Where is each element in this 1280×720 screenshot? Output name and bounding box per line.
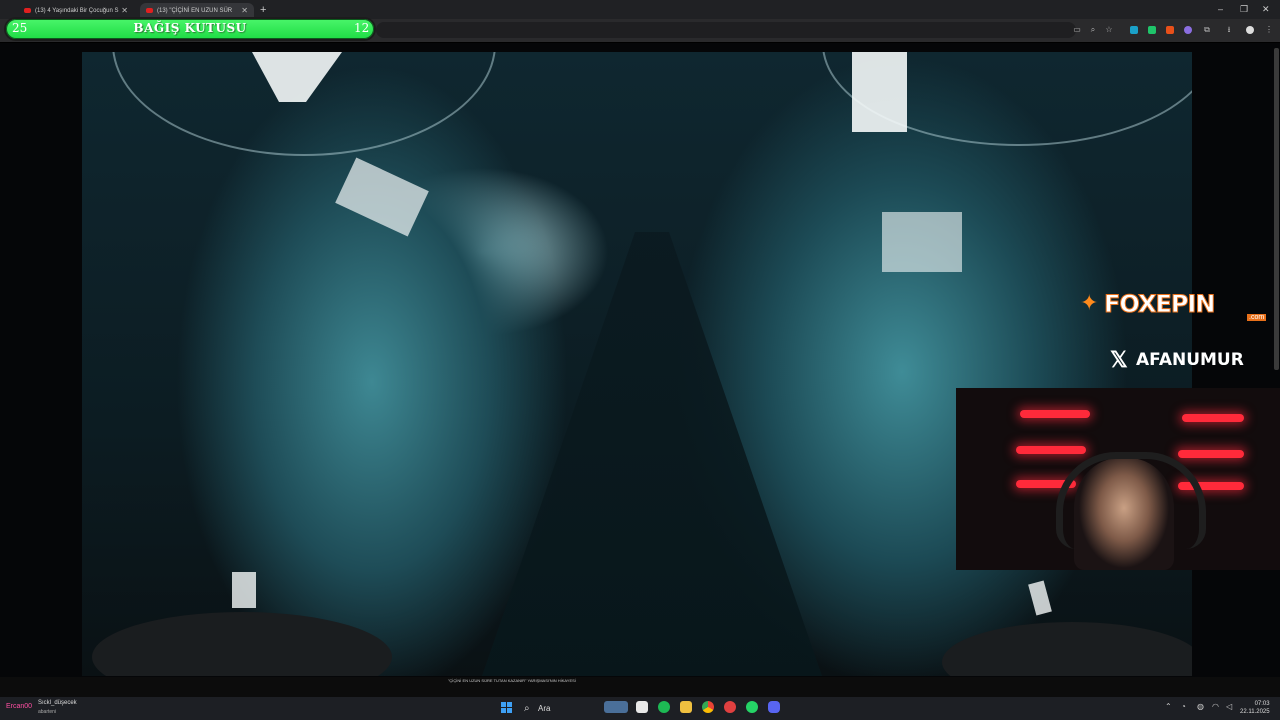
chat-username: Ercan00: [6, 703, 33, 710]
video-frame[interactable]: [82, 52, 1192, 676]
youtube-icon: [146, 8, 153, 13]
search-icon[interactable]: ⌕: [524, 703, 530, 714]
cast-icon[interactable]: ▭: [1073, 26, 1081, 34]
minimize-button[interactable]: –: [1218, 4, 1223, 14]
spotify-icon[interactable]: [658, 701, 670, 713]
tab-2[interactable]: (13) "ÇİÇİNİ EN UZUN SÜR ✕: [140, 3, 254, 18]
chrome-icon[interactable]: [702, 701, 714, 713]
task-view-icon[interactable]: [636, 701, 648, 713]
red-light: [1178, 450, 1244, 458]
restore-button[interactable]: ❐: [1240, 4, 1248, 15]
donation-title: BAĞIŞ KUTUSU: [133, 21, 247, 35]
donation-right-value: 12: [354, 21, 370, 35]
shadow: [482, 232, 822, 676]
address-bar[interactable]: [376, 22, 1076, 38]
light-glare: [882, 212, 962, 272]
bottle-base: [942, 622, 1192, 676]
tab-2-label: (13) "ÇİÇİNİ EN UZUN SÜR: [157, 7, 233, 14]
headset: [1056, 452, 1206, 549]
red-light: [1016, 446, 1086, 454]
widgets-icon[interactable]: [604, 701, 628, 713]
extension-icon[interactable]: [1184, 26, 1192, 34]
tab-1-label: (13) 4 Yaşındaki Bir Çocuğun S: [35, 7, 119, 14]
clock[interactable]: 07:03 22.11.2025: [1240, 700, 1270, 716]
extension-icon[interactable]: [1166, 26, 1174, 34]
clock-date: 22.11.2025: [1240, 709, 1270, 715]
close-window-button[interactable]: ✕: [1262, 4, 1270, 15]
mic-icon[interactable]: ◍: [1197, 702, 1204, 711]
app-icon[interactable]: [724, 701, 736, 713]
social-handle: AFANUMUR: [1136, 350, 1244, 370]
close-icon[interactable]: ✕: [241, 6, 248, 15]
avatar[interactable]: [1246, 26, 1254, 34]
taskbar-search[interactable]: Ara: [538, 704, 550, 713]
light-glare: [1028, 580, 1052, 616]
download-icon[interactable]: ⭳: [1225, 26, 1233, 34]
network-icon[interactable]: ◔: [1181, 702, 1186, 711]
x-logo-icon: 𝕏: [1110, 347, 1128, 372]
bookmark-star-icon[interactable]: ☆: [1105, 26, 1113, 34]
red-light: [1182, 414, 1244, 422]
zoom-icon[interactable]: ⌕: [1089, 26, 1097, 34]
close-icon[interactable]: ✕: [121, 6, 128, 15]
clock-time: 07:03: [1254, 701, 1270, 707]
bottle-base: [92, 612, 392, 676]
video-info-strip: [0, 677, 1280, 697]
menu-icon[interactable]: ⋮: [1265, 26, 1273, 34]
whatsapp-icon[interactable]: [746, 701, 758, 713]
light-glare: [852, 52, 907, 132]
sponsor-logo: FOXEPIN: [1103, 290, 1215, 319]
puzzle-icon[interactable]: ⧉: [1203, 26, 1211, 34]
extension-icon[interactable]: [1130, 26, 1138, 34]
donation-left-value: 25: [12, 21, 28, 35]
windows-start-icon[interactable]: [501, 702, 512, 713]
red-light: [1020, 410, 1090, 418]
new-tab-button[interactable]: +: [260, 4, 266, 16]
tab-1[interactable]: (13) 4 Yaşındaki Bir Çocuğun S ✕: [18, 3, 134, 18]
webcam-overlay: [956, 388, 1280, 570]
youtube-icon: [24, 8, 31, 13]
chat-message: Sıckl_düşecek: [38, 700, 77, 706]
light-glare: [335, 157, 429, 237]
extension-icon[interactable]: [1148, 26, 1156, 34]
chat-subtext: abarteni: [38, 709, 57, 715]
volume-icon[interactable]: ◁: [1226, 702, 1232, 711]
scrollbar[interactable]: [1274, 48, 1279, 370]
foxepin-logo-icon: ✦: [1080, 290, 1099, 315]
file-explorer-icon[interactable]: [680, 701, 692, 713]
sponsor-suffix: .com: [1247, 314, 1267, 321]
mini-video-title: "ÇİÇİNİ EN UZUN SÜRE TUTAN KAZANIR" YARI…: [448, 678, 576, 683]
chevron-up-icon[interactable]: ⌃: [1165, 702, 1172, 711]
wifi-icon[interactable]: ◠: [1212, 702, 1219, 711]
light-glare: [232, 572, 256, 608]
discord-icon[interactable]: [768, 701, 780, 713]
